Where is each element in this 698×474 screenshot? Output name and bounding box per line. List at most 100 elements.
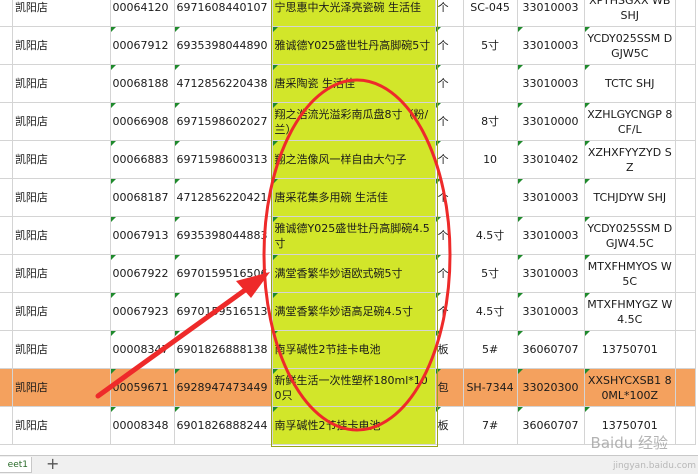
cell-empty[interactable]: [675, 0, 696, 27]
cell-empty[interactable]: [675, 178, 696, 217]
cell-empty[interactable]: [675, 368, 696, 407]
cell-barcode[interactable]: 4712856220438: [173, 64, 273, 103]
cell-spec[interactable]: 5#: [462, 330, 518, 369]
cell-pinyin[interactable]: YCDY025SSM DGJW5C: [583, 26, 677, 65]
cell-unit[interactable]: 个: [434, 216, 464, 255]
cell-store[interactable]: 凯阳店: [11, 406, 111, 445]
cell-empty[interactable]: [675, 64, 696, 103]
cell-product-name[interactable]: 满堂香繁华妙语高足碗4.5寸: [271, 292, 436, 331]
cell-empty[interactable]: [675, 292, 696, 331]
cell-empty[interactable]: [675, 140, 696, 179]
cell-store[interactable]: 凯阳店: [11, 254, 111, 293]
cell-barcode[interactable]: 6970159516506: [173, 254, 273, 293]
cell-unit[interactable]: 个: [434, 64, 464, 103]
cell-product-name[interactable]: 新鲜生活一次性塑杯180ml*100只: [271, 368, 436, 407]
cell-pinyin[interactable]: XZHLGYCNGP 8CF/L: [583, 102, 677, 141]
cell-category[interactable]: 33020300: [516, 368, 585, 407]
table-row[interactable]: 凯阳店 00067922 6970159516506 满堂香繁华妙语欧式碗5寸个 5寸 3…: [0, 254, 696, 293]
cell-rownum[interactable]: [0, 26, 13, 65]
cell-category[interactable]: 33010003: [516, 178, 585, 217]
cell-barcode[interactable]: 6971598602027: [173, 102, 273, 141]
cell-pinyin[interactable]: YCDY025SSM DGJW4.5C: [583, 216, 677, 255]
cell-unit[interactable]: 个: [434, 254, 464, 293]
cell-rownum[interactable]: [0, 102, 13, 141]
cell-category[interactable]: 36060707: [516, 330, 585, 369]
cell-barcode[interactable]: 6971598600313: [173, 140, 273, 179]
cell-store[interactable]: 凯阳店: [11, 292, 111, 331]
cell-category[interactable]: 36060707: [516, 406, 585, 445]
cell-rownum[interactable]: [0, 64, 13, 103]
cell-empty[interactable]: [675, 102, 696, 141]
cell-store[interactable]: 凯阳店: [11, 102, 111, 141]
cell-rownum[interactable]: [0, 178, 13, 217]
cell-code[interactable]: 00066883: [109, 140, 175, 179]
cell-spec[interactable]: [462, 178, 518, 217]
cell-code[interactable]: 00066908: [109, 102, 175, 141]
table-row[interactable]: 凯阳店 00008347 6901826888138 南孚碱性2节挂卡电池板 5# 360…: [0, 330, 696, 369]
cell-barcode[interactable]: 6901826888244: [173, 406, 273, 445]
table-row[interactable]: 凯阳店 00068187 4712856220421 唐采花集多用碗 生活佳个 3301…: [0, 178, 696, 217]
cell-store[interactable]: 凯阳店: [11, 368, 111, 407]
cell-code[interactable]: 00068187: [109, 178, 175, 217]
cell-spec[interactable]: SH-7344: [462, 368, 518, 407]
cell-unit[interactable]: 板: [434, 330, 464, 369]
cell-product-name[interactable]: 唐采花集多用碗 生活佳: [271, 178, 436, 217]
cell-barcode[interactable]: 6901826888138: [173, 330, 273, 369]
cell-store[interactable]: 凯阳店: [11, 216, 111, 255]
cell-spec[interactable]: SC-045: [462, 0, 518, 27]
cell-barcode[interactable]: 6971608440107: [173, 0, 273, 27]
table-row[interactable]: 凯阳店 00067923 6970159516513 满堂香繁华妙语高足碗4.5寸个 4…: [0, 292, 696, 331]
cell-product-name[interactable]: 宁思惠中大光泽亮瓷碗 生活佳: [271, 0, 436, 27]
cell-pinyin[interactable]: MTXFHMYOS W5C: [583, 254, 677, 293]
cell-unit[interactable]: 板: [434, 406, 464, 445]
cell-code[interactable]: 00067913: [109, 216, 175, 255]
cell-category[interactable]: 33010003: [516, 64, 585, 103]
cell-product-name[interactable]: 南孚碱性2节挂卡电池: [271, 406, 436, 445]
cell-empty[interactable]: [675, 254, 696, 293]
cell-code[interactable]: 00008348: [109, 406, 175, 445]
cell-product-name[interactable]: 翔之浩流光溢彩南瓜盘8寸（粉/兰）: [271, 102, 436, 141]
cell-spec[interactable]: 5寸: [462, 26, 518, 65]
cell-code[interactable]: 00059671: [109, 368, 175, 407]
cell-product-name[interactable]: 满堂香繁华妙语欧式碗5寸: [271, 254, 436, 293]
cell-store[interactable]: 凯阳店: [11, 0, 111, 27]
cell-code[interactable]: 00067912: [109, 26, 175, 65]
table-row[interactable]: 凯阳店 00066883 6971598600313 翔之浩像风一样自由大勺子个 10 3…: [0, 140, 696, 179]
spreadsheet-grid[interactable]: 凯阳店 00064120 6971608440107 宁思惠中大光泽亮瓷碗 生活佳个 S…: [0, 0, 698, 455]
cell-category[interactable]: 33010003: [516, 0, 585, 27]
cell-barcode[interactable]: 4712856220421: [173, 178, 273, 217]
table-row[interactable]: 凯阳店 00067912 6935398044890 雅诚德Y025盛世牡丹高脚碗5寸…: [0, 26, 696, 65]
cell-code[interactable]: 00067922: [109, 254, 175, 293]
cell-spec[interactable]: 4.5寸: [462, 216, 518, 255]
cell-store[interactable]: 凯阳店: [11, 26, 111, 65]
table-row[interactable]: 凯阳店 00068188 4712856220438 唐采陶瓷 生活佳个 3301000…: [0, 64, 696, 103]
cell-rownum[interactable]: [0, 406, 13, 445]
cell-spec[interactable]: [462, 64, 518, 103]
cell-pinyin[interactable]: TCHJDYW SHJ: [583, 178, 677, 217]
cell-barcode[interactable]: 6935398044883: [173, 216, 273, 255]
cell-rownum[interactable]: [0, 292, 13, 331]
cell-rownum[interactable]: [0, 254, 13, 293]
cell-category[interactable]: 33010003: [516, 254, 585, 293]
cell-empty[interactable]: [675, 330, 696, 369]
cell-store[interactable]: 凯阳店: [11, 330, 111, 369]
cell-empty[interactable]: [675, 216, 696, 255]
table-row[interactable]: 凯阳店 00067913 6935398044883 雅诚德Y025盛世牡丹高脚碗4.…: [0, 216, 696, 255]
cell-rownum[interactable]: [0, 216, 13, 255]
cell-barcode[interactable]: 6935398044890: [173, 26, 273, 65]
cell-spec[interactable]: 5寸: [462, 254, 518, 293]
cell-category[interactable]: 33010003: [516, 26, 585, 65]
cell-unit[interactable]: 个: [434, 0, 464, 27]
cell-barcode[interactable]: 6928947473449: [173, 368, 273, 407]
cell-category[interactable]: 33010402: [516, 140, 585, 179]
cell-category[interactable]: 33010000: [516, 102, 585, 141]
cell-unit[interactable]: 个: [434, 292, 464, 331]
cell-code[interactable]: 00067923: [109, 292, 175, 331]
cell-product-name[interactable]: 雅诚德Y025盛世牡丹高脚碗5寸: [271, 26, 436, 65]
cell-store[interactable]: 凯阳店: [11, 64, 111, 103]
cell-code[interactable]: 00008347: [109, 330, 175, 369]
cell-empty[interactable]: [675, 26, 696, 65]
cell-spec[interactable]: 7#: [462, 406, 518, 445]
cell-spec[interactable]: 8寸: [462, 102, 518, 141]
cell-unit[interactable]: 个: [434, 178, 464, 217]
